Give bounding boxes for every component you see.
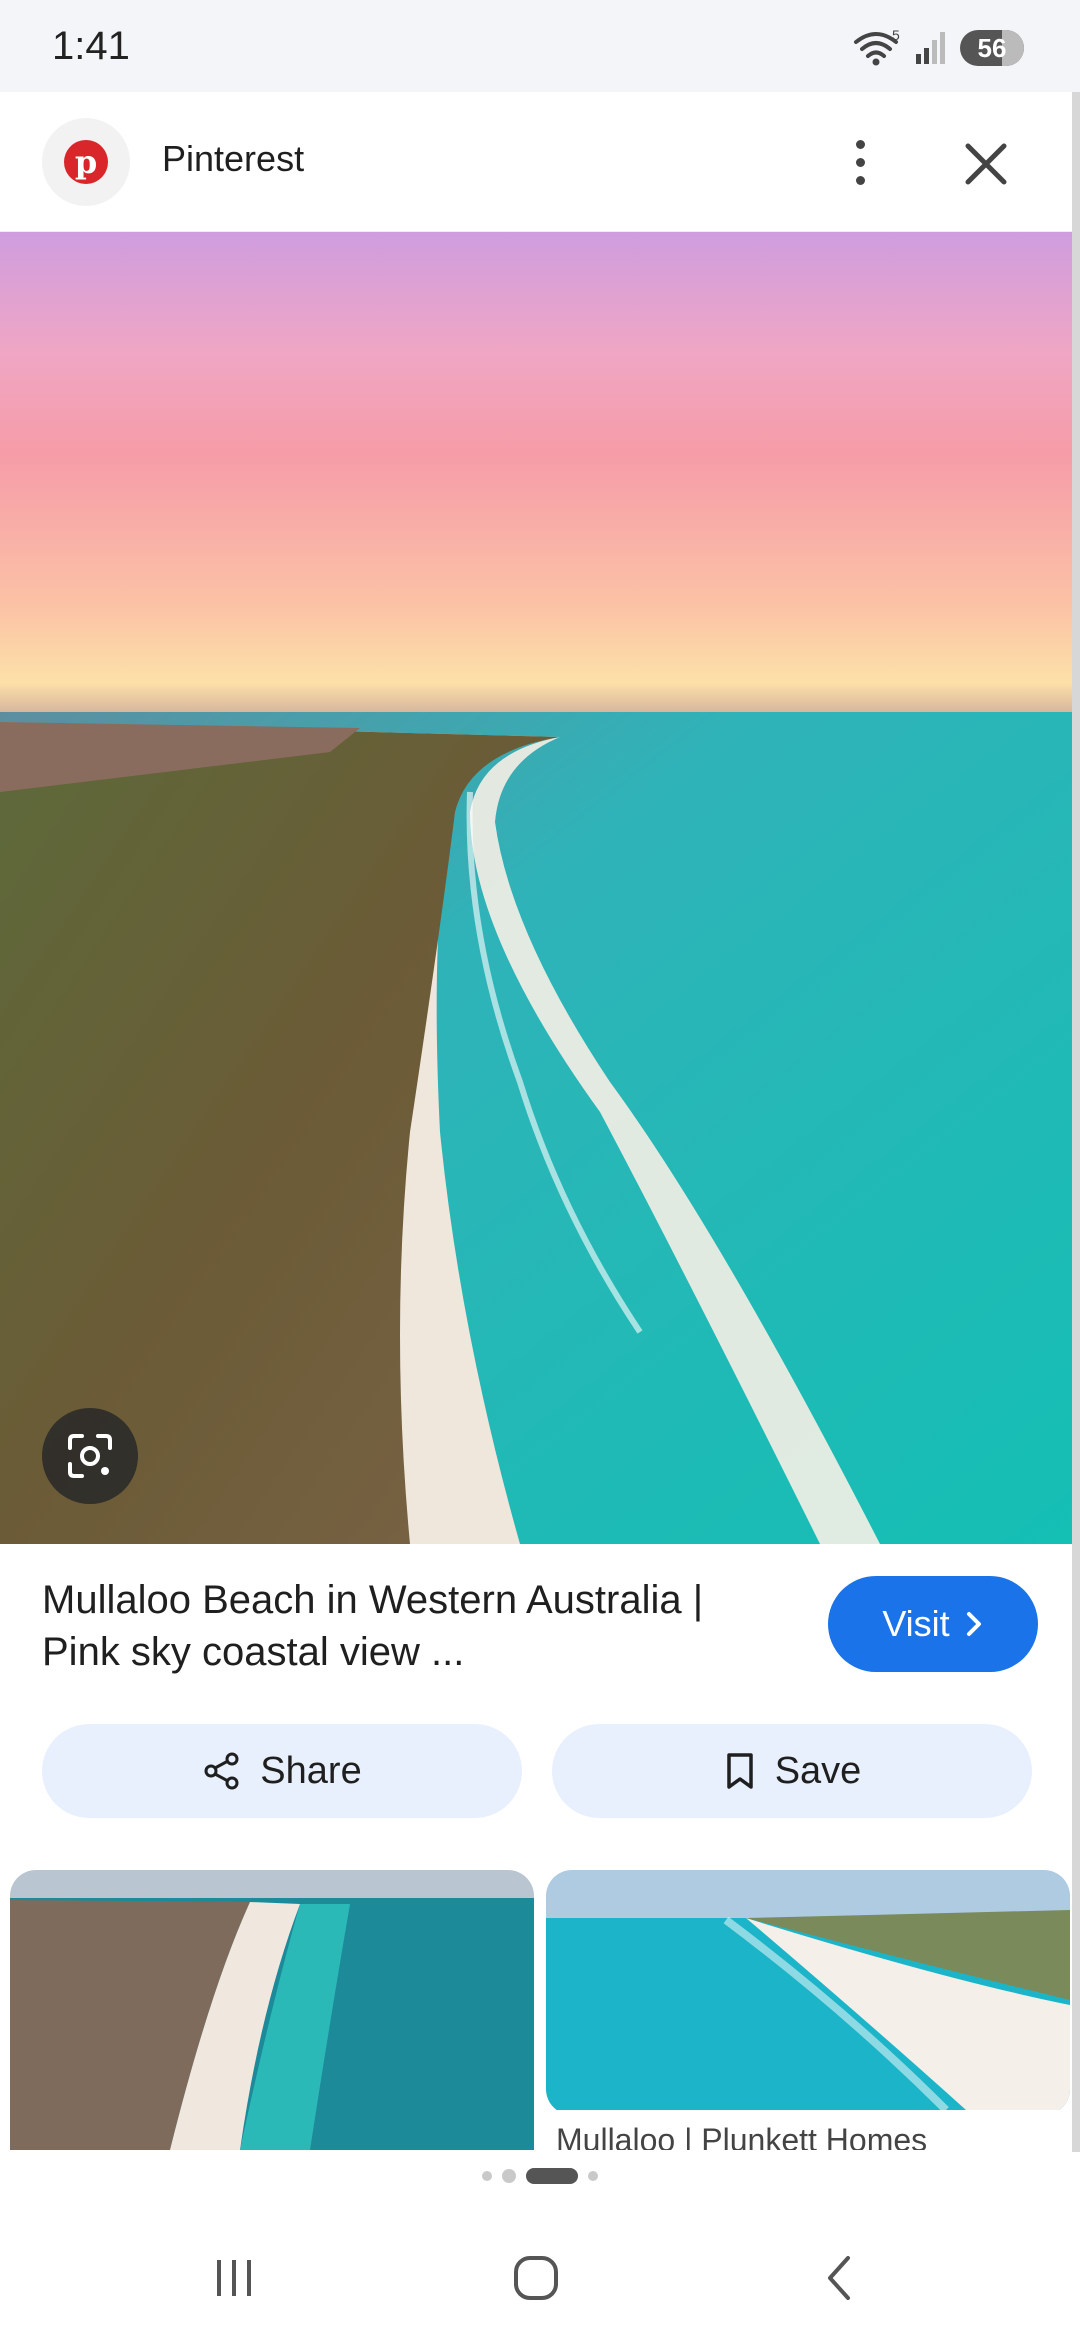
more-options-button[interactable]: [840, 126, 880, 198]
google-lens-button[interactable]: [42, 1408, 138, 1504]
status-icons: 5 56: [852, 28, 1024, 68]
home-icon: [514, 2256, 558, 2300]
site-name[interactable]: Pinterest: [162, 138, 304, 180]
status-time: 1:41: [52, 24, 130, 68]
signal-icon: [916, 32, 945, 64]
related-thumbnail: [10, 1870, 534, 2150]
result-header: p Pinterest: [0, 92, 1072, 232]
recent-apps-icon: [217, 2260, 251, 2296]
close-button[interactable]: [950, 128, 1022, 200]
bookmark-icon: [726, 1753, 753, 1789]
result-image[interactable]: [0, 232, 1072, 1544]
wifi-icon: 5: [854, 28, 900, 66]
wifi-badge: 5: [892, 28, 900, 43]
related-result[interactable]: [10, 1870, 534, 2150]
home-button[interactable]: [496, 2246, 576, 2310]
page-dot: [502, 2169, 516, 2183]
save-label: Save: [774, 1749, 862, 1792]
close-icon: [965, 143, 1007, 185]
page-dot-active: [526, 2168, 578, 2184]
more-vert-icon: [855, 139, 865, 149]
battery-level: 56: [977, 32, 1007, 63]
pinterest-logo: p: [42, 118, 130, 206]
beach-photo: [0, 232, 1072, 1544]
save-button[interactable]: Save: [552, 1724, 1032, 1818]
share-icon: [204, 1752, 239, 1790]
chevron-right-icon: [966, 1612, 981, 1636]
battery-indicator: 56: [960, 30, 1024, 66]
pinterest-icon: p: [64, 140, 108, 184]
page-dot: [588, 2171, 598, 2181]
page-dot: [482, 2171, 492, 2181]
google-lens-icon: [68, 1434, 112, 1478]
visit-button[interactable]: Visit: [828, 1576, 1038, 1672]
related-result[interactable]: Mullaloo | Plunkett Homes: [546, 1870, 1070, 2150]
visit-label: Visit: [882, 1603, 950, 1644]
share-button[interactable]: Share: [42, 1724, 522, 1818]
page-indicator: [0, 2168, 1080, 2184]
back-button[interactable]: [800, 2246, 880, 2310]
related-thumbnail: [546, 1870, 1070, 2115]
recent-apps-button[interactable]: [194, 2246, 274, 2310]
result-title[interactable]: Mullaloo Beach in Western Australia | Pi…: [42, 1574, 782, 1678]
scroll-gutter: [1072, 92, 1080, 2152]
back-icon: [828, 2256, 850, 2300]
status-bar: 1:41 5 56: [0, 0, 1080, 92]
related-title: Mullaloo | Plunkett Homes: [556, 2122, 928, 2150]
system-nav-bar: [0, 2214, 1080, 2340]
share-label: Share: [260, 1749, 362, 1792]
